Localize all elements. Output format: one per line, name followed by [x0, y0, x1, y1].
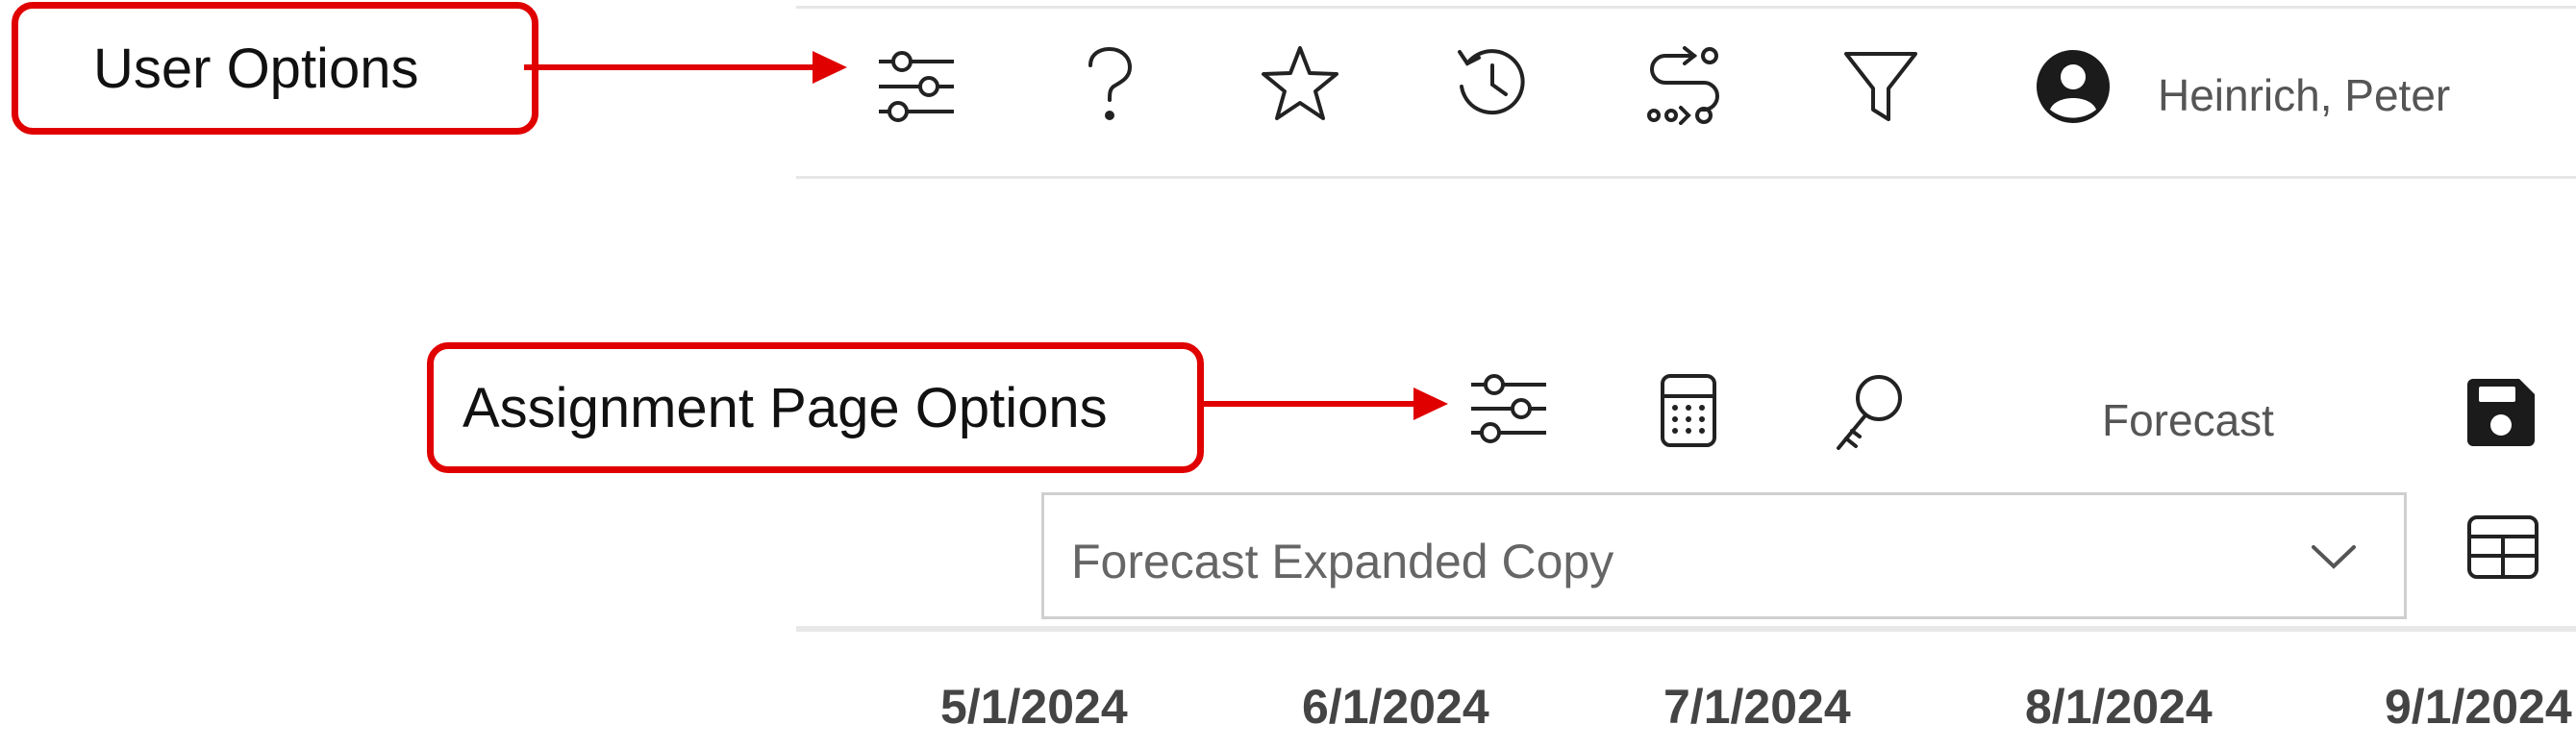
assignment-page-options-label: Assignment Page Options	[463, 376, 1108, 439]
favorites-star-icon[interactable]	[1260, 44, 1340, 123]
timeline-date-4: 8/1/2024	[2025, 680, 2213, 734]
table-layout-icon[interactable]	[2467, 515, 2538, 579]
user-avatar-icon[interactable]	[2037, 50, 2110, 123]
page-settings-sliders-icon[interactable]	[1469, 373, 1546, 444]
calculator-icon[interactable]	[1660, 373, 1717, 448]
user-options-callout: User Options	[12, 2, 538, 135]
key-icon[interactable]	[1835, 373, 1906, 452]
timeline-date-5: 9/1/2024	[2385, 680, 2572, 734]
layout-select[interactable]: Forecast Expanded Copy	[1041, 492, 2407, 619]
user-options-arrow-line	[524, 64, 822, 70]
workflow-route-icon[interactable]	[1646, 46, 1725, 125]
help-icon[interactable]	[1085, 46, 1135, 123]
timeline-date-1: 5/1/2024	[940, 680, 1128, 734]
assignment-options-arrow-head	[1413, 388, 1448, 420]
layout-select-value: Forecast Expanded Copy	[1071, 535, 1614, 588]
view-label[interactable]: Forecast	[2102, 394, 2274, 446]
timeline-date-3: 7/1/2024	[1663, 680, 1851, 734]
assignment-options-arrow-line	[1200, 401, 1423, 407]
settings-sliders-icon[interactable]	[875, 50, 954, 123]
user-options-arrow-head	[813, 51, 847, 84]
top-border	[796, 6, 2576, 9]
timeline-top-border	[796, 626, 2576, 632]
filter-icon[interactable]	[1842, 50, 1919, 123]
assignment-page-options-callout: Assignment Page Options	[427, 342, 1204, 473]
chevron-down-icon	[2310, 541, 2358, 575]
history-icon[interactable]	[1456, 46, 1529, 121]
user-options-label: User Options	[93, 37, 419, 100]
timeline-date-2: 6/1/2024	[1302, 680, 1489, 734]
toolbar-divider	[796, 176, 2576, 179]
save-icon[interactable]	[2467, 379, 2535, 446]
user-name[interactable]: Heinrich, Peter	[2158, 69, 2450, 121]
